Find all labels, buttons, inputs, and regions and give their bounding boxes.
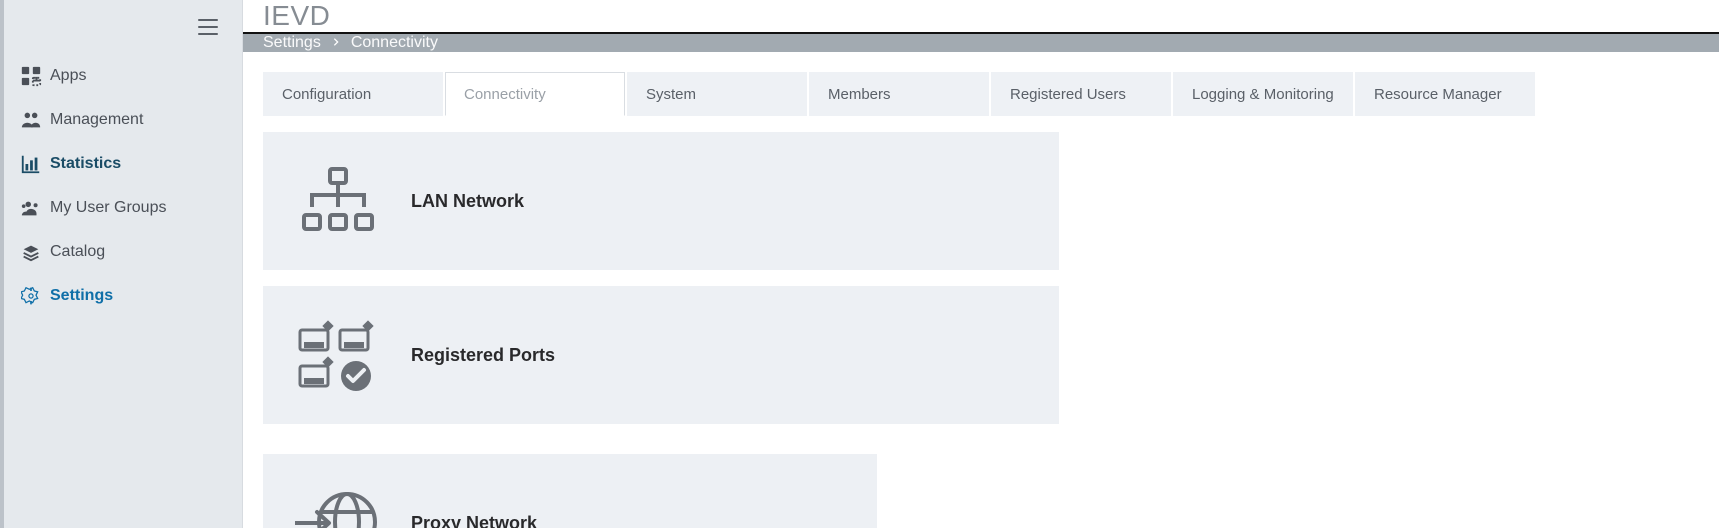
- sidebar-nav: Apps Management Statistics My User Group…: [4, 54, 242, 318]
- card-title: LAN Network: [411, 191, 524, 212]
- sidebar-item-label: Settings: [48, 287, 113, 305]
- management-icon: [14, 109, 48, 131]
- sidebar-item-statistics[interactable]: Statistics: [4, 142, 242, 186]
- tab-system[interactable]: System: [627, 72, 807, 116]
- tab-label: Connectivity: [464, 86, 546, 103]
- sidebar-item-label: Statistics: [48, 155, 121, 173]
- card-title: Registered Ports: [411, 345, 555, 366]
- tab-label: Configuration: [282, 86, 371, 103]
- card-title: Proxy Network: [411, 513, 537, 528]
- sidebar-item-label: My User Groups: [48, 199, 166, 217]
- tabs: Configuration Connectivity System Member…: [263, 72, 1699, 116]
- settings-icon: [14, 286, 48, 306]
- breadcrumb: Settings Connectivity: [243, 34, 1719, 52]
- catalog-icon: [14, 241, 48, 263]
- tab-label: System: [646, 86, 696, 103]
- tab-label: Registered Users: [1010, 86, 1126, 103]
- tab-configuration[interactable]: Configuration: [263, 72, 443, 116]
- tab-members[interactable]: Members: [809, 72, 989, 116]
- proxy-network-icon: [293, 483, 383, 528]
- lan-network-icon: [293, 161, 383, 241]
- sidebar-item-management[interactable]: Management: [4, 98, 242, 142]
- sidebar-item-user-groups[interactable]: My User Groups: [4, 186, 242, 230]
- card-proxy-network[interactable]: Proxy Network: [263, 454, 877, 528]
- tab-resource-manager[interactable]: Resource Manager: [1355, 72, 1535, 116]
- sidebar-item-label: Apps: [48, 67, 86, 85]
- apps-icon: [14, 65, 48, 87]
- tab-label: Members: [828, 86, 891, 103]
- tab-label: Resource Manager: [1374, 86, 1502, 103]
- sidebar-item-label: Management: [48, 111, 143, 129]
- sidebar: Apps Management Statistics My User Group…: [0, 0, 243, 528]
- header: IEVD: [243, 0, 1719, 34]
- tab-logging-monitoring[interactable]: Logging & Monitoring: [1173, 72, 1353, 116]
- menu-toggle-icon[interactable]: [198, 19, 218, 35]
- breadcrumb-root[interactable]: Settings: [263, 34, 321, 52]
- tab-connectivity[interactable]: Connectivity: [445, 72, 625, 116]
- card-registered-ports[interactable]: Registered Ports: [263, 286, 1059, 424]
- main-content: IEVD Settings Connectivity Configuration…: [243, 0, 1719, 528]
- statistics-icon: [14, 153, 48, 175]
- sidebar-item-settings[interactable]: Settings: [4, 274, 242, 318]
- cards-area: LAN Network: [263, 132, 1699, 528]
- registered-ports-icon: [293, 315, 383, 395]
- sidebar-item-catalog[interactable]: Catalog: [4, 230, 242, 274]
- sidebar-item-apps[interactable]: Apps: [4, 54, 242, 98]
- page-title: IEVD: [263, 0, 330, 32]
- sidebar-item-label: Catalog: [48, 243, 105, 261]
- breadcrumb-current: Connectivity: [351, 34, 438, 52]
- card-lan-network[interactable]: LAN Network: [263, 132, 1059, 270]
- sidebar-top: [4, 0, 242, 54]
- tab-label: Logging & Monitoring: [1192, 86, 1334, 103]
- user-groups-icon: [14, 197, 48, 219]
- tab-registered-users[interactable]: Registered Users: [991, 72, 1171, 116]
- chevron-right-icon: [331, 34, 341, 52]
